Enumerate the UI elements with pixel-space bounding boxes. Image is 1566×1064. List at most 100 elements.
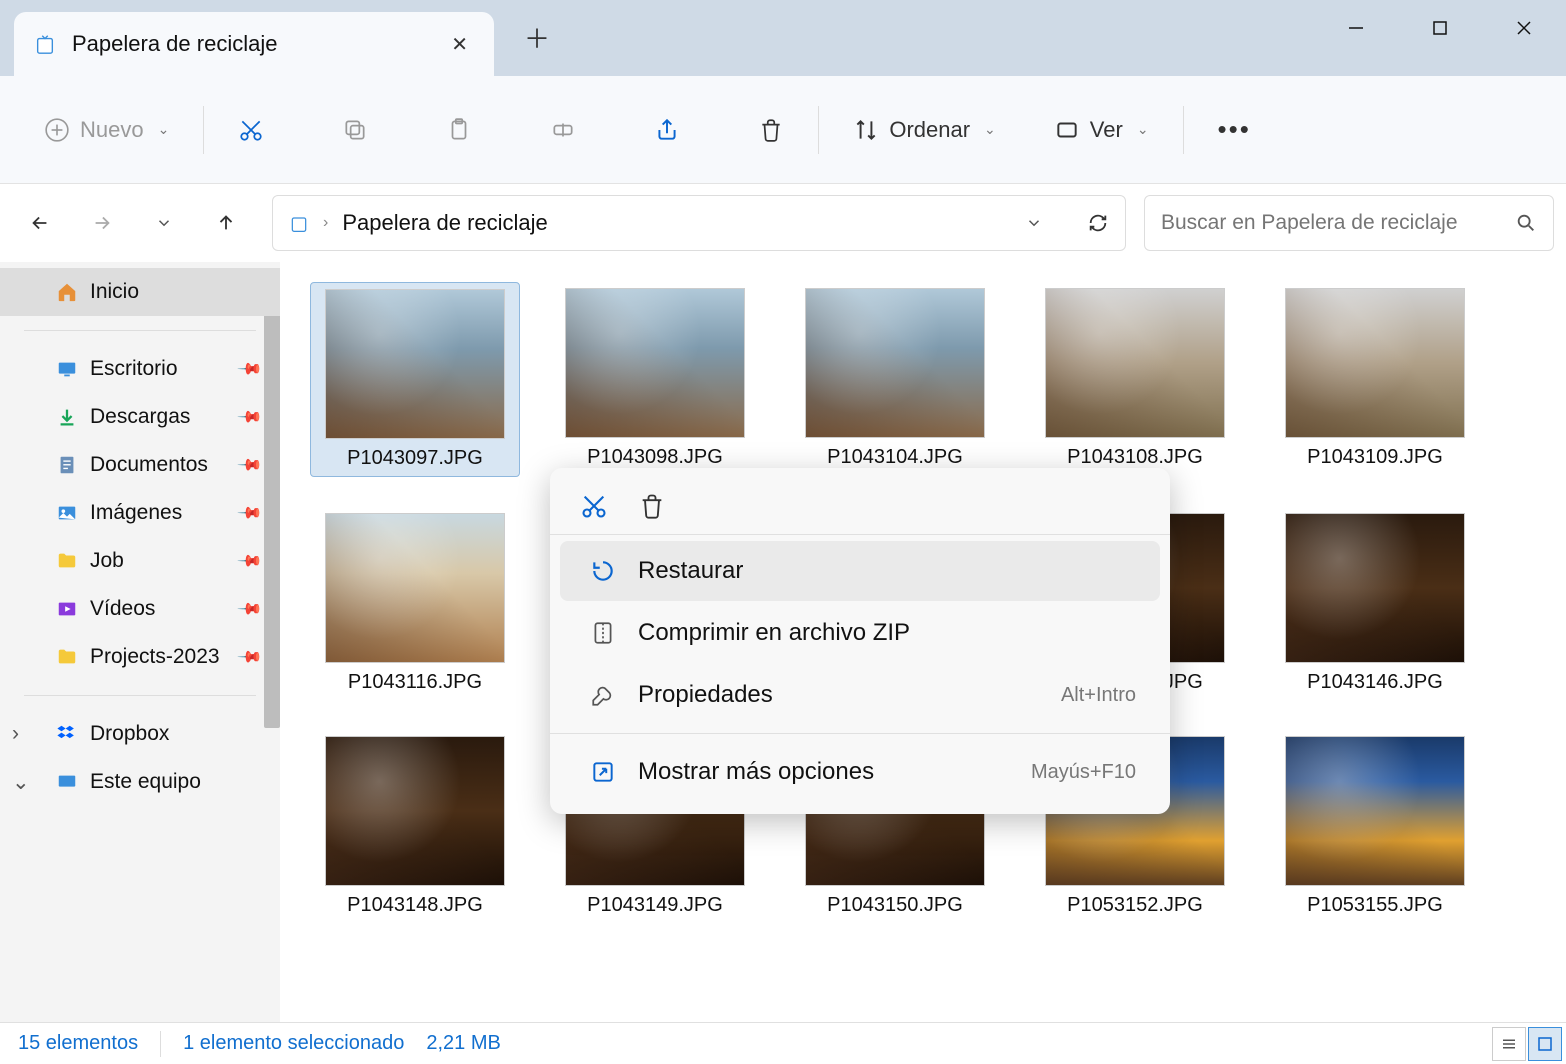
pin-icon: 📌 [236, 451, 264, 479]
ctx-more[interactable]: Mostrar más opciones Mayús+F10 [560, 742, 1160, 802]
thumbnail [325, 513, 505, 663]
images-icon [56, 502, 78, 524]
trash-icon [758, 117, 784, 143]
file-item[interactable]: P1043146.JPG [1270, 507, 1480, 700]
active-tab[interactable]: Papelera de reciclaje ✕ [14, 12, 494, 76]
up-button[interactable] [198, 195, 254, 251]
download-icon [56, 406, 78, 428]
status-size: 2,21 MB [426, 1032, 500, 1055]
pin-icon: 📌 [236, 499, 264, 527]
close-tab-button[interactable]: ✕ [445, 26, 474, 63]
titlebar: Papelera de reciclaje ✕ ＋ [0, 0, 1566, 76]
ctx-properties[interactable]: Propiedades Alt+Intro [560, 665, 1160, 725]
file-name: P1043098.JPG [587, 446, 723, 469]
window-controls [1314, 0, 1566, 56]
address-bar[interactable]: › Papelera de reciclaje [272, 195, 1126, 251]
ctx-cut-button[interactable] [580, 492, 608, 520]
separator [24, 695, 256, 696]
ctx-delete-button[interactable] [638, 492, 666, 520]
sidebar-item-descargas[interactable]: Descargas 📌 [0, 393, 280, 441]
sidebar-home-label: Inicio [90, 280, 139, 304]
share-button[interactable] [640, 107, 694, 153]
sidebar-item-documentos[interactable]: Documentos📌 [0, 441, 280, 489]
search-input[interactable] [1161, 211, 1515, 235]
file-item[interactable]: P1043104.JPG [790, 282, 1000, 477]
details-view-button[interactable] [1492, 1027, 1526, 1061]
chevron-down-icon [155, 214, 173, 232]
search-icon [1515, 212, 1537, 234]
back-button[interactable] [12, 195, 68, 251]
thumbnails-view-button[interactable] [1528, 1027, 1562, 1061]
file-item[interactable]: P1043116.JPG [310, 507, 520, 700]
expand-icon[interactable]: › [12, 722, 19, 746]
file-item[interactable]: P1043108.JPG [1030, 282, 1240, 477]
file-name: P1043148.JPG [347, 894, 483, 917]
sort-label: Ordenar [889, 117, 970, 143]
refresh-icon [1087, 212, 1109, 234]
folder-icon [56, 646, 78, 668]
thumbnail [1285, 513, 1465, 663]
sidebar-home[interactable]: Inicio [0, 268, 280, 316]
toolbar: Nuevo ⌄ Ordenar ⌄ Ver ⌄ ••• [0, 76, 1566, 184]
ctx-more-shortcut: Mayús+F10 [1031, 761, 1136, 784]
file-name: P1043149.JPG [587, 894, 723, 917]
thumbnail [1285, 288, 1465, 438]
file-item[interactable]: P1043109.JPG [1270, 282, 1480, 477]
clipboard-icon [446, 117, 472, 143]
sidebar: Inicio Escritorio📌Descargas📌Documentos📌I… [0, 262, 280, 1022]
file-name: P1043146.JPG [1307, 671, 1443, 694]
dropbox-icon [56, 723, 78, 745]
thumbnail [325, 736, 505, 886]
sidebar-item-vídeos[interactable]: Vídeos📌 [0, 585, 280, 633]
ctx-zip[interactable]: Comprimir en archivo ZIP [560, 603, 1160, 663]
more-button[interactable]: ••• [1204, 104, 1265, 155]
forward-button[interactable] [74, 195, 130, 251]
restore-icon [590, 558, 616, 584]
view-button[interactable]: Ver ⌄ [1040, 107, 1163, 153]
separator [203, 106, 204, 154]
file-item[interactable]: P1053155.JPG [1270, 730, 1480, 923]
sort-button[interactable]: Ordenar ⌄ [839, 107, 1009, 153]
sidebar-item-imágenes[interactable]: Imágenes 📌 [0, 489, 280, 537]
sidebar-thispc-label: Este equipo [90, 770, 201, 794]
sidebar-item-label: Imágenes [90, 501, 182, 525]
sidebar-item-label: Descargas [90, 405, 190, 429]
file-name: P1043116.JPG [348, 671, 482, 694]
sidebar-item-job[interactable]: Job📌 [0, 537, 280, 585]
address-chevron[interactable] [1025, 214, 1043, 232]
view-icon [1054, 117, 1080, 143]
file-name: P1043108.JPG [1067, 446, 1203, 469]
recycle-bin-icon [34, 33, 56, 55]
cut-button[interactable] [224, 107, 278, 153]
refresh-button[interactable] [1087, 212, 1109, 234]
pin-icon: 📌 [236, 595, 264, 623]
sidebar-thispc[interactable]: ⌄ Este equipo [0, 758, 280, 806]
minimize-button[interactable] [1314, 0, 1398, 56]
pin-icon: 📌 [236, 403, 264, 431]
file-name: P1043104.JPG [827, 446, 963, 469]
rename-button[interactable] [536, 107, 590, 153]
new-button[interactable]: Nuevo ⌄ [30, 107, 183, 153]
sidebar-item-projects-2023[interactable]: Projects-2023📌 [0, 633, 280, 681]
copy-button[interactable] [328, 107, 382, 153]
sidebar-dropbox[interactable]: › Dropbox [0, 710, 280, 758]
ctx-more-label: Mostrar más opciones [638, 758, 874, 786]
sidebar-item-label: Job [90, 549, 124, 573]
file-item[interactable]: P1043098.JPG [550, 282, 760, 477]
paste-button[interactable] [432, 107, 486, 153]
delete-button[interactable] [744, 107, 798, 153]
maximize-button[interactable] [1398, 0, 1482, 56]
recent-button[interactable] [136, 195, 192, 251]
sidebar-dropbox-label: Dropbox [90, 722, 169, 746]
sidebar-item-escritorio[interactable]: Escritorio📌 [0, 345, 280, 393]
ctx-properties-shortcut: Alt+Intro [1061, 684, 1136, 707]
breadcrumb-separator: › [323, 214, 328, 232]
close-window-button[interactable] [1482, 0, 1566, 56]
file-item[interactable]: P1043148.JPG [310, 730, 520, 923]
search-box[interactable] [1144, 195, 1554, 251]
expand-icon[interactable]: ⌄ [12, 770, 30, 795]
new-tab-button[interactable]: ＋ [524, 19, 550, 56]
ctx-restore[interactable]: Restaurar [560, 541, 1160, 601]
file-item[interactable]: P1043097.JPG [310, 282, 520, 477]
navbar: › Papelera de reciclaje [0, 184, 1566, 262]
